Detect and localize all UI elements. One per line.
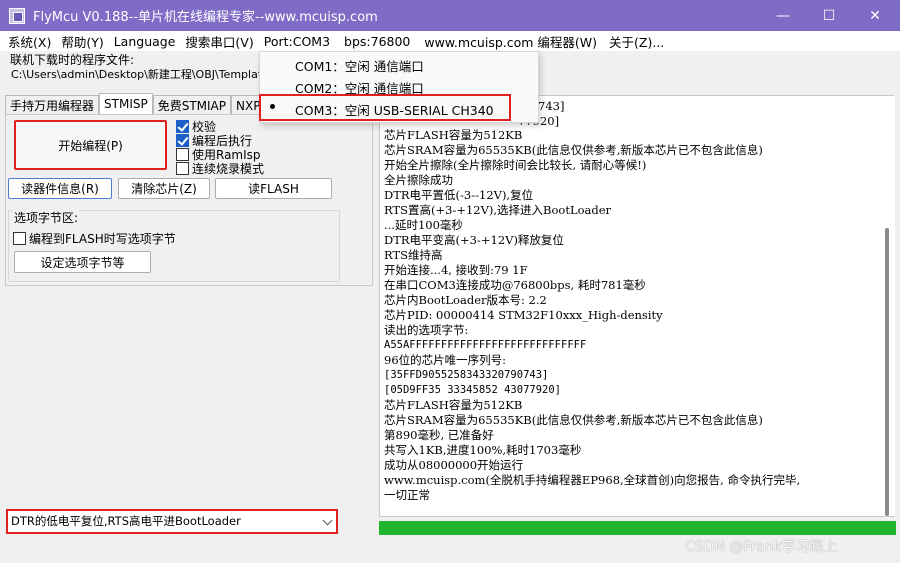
menu-search-port[interactable]: 搜索串口(V) <box>181 32 257 51</box>
log-line: [35FFD905525834332079074З] <box>384 369 549 381</box>
erase-chip-button[interactable]: 清除芯片(Z) <box>118 178 210 199</box>
app-icon <box>9 7 25 24</box>
reset-mode-value: DTR的低电平复位,RTS高电平进BootLoader <box>11 514 241 528</box>
log-line: 96位的芯片唯一序列号: <box>384 353 507 367</box>
menu-bps[interactable]: bps:76800 <box>340 34 414 49</box>
log-scroll-thumb[interactable] <box>885 228 889 516</box>
log-line: 第890毫秒, 已准备好 <box>384 428 494 442</box>
read-flash-button[interactable]: 读FLASH <box>215 178 332 199</box>
write-option-bytes-checkbox[interactable]: 编程到FLASH时写选项字节 <box>13 230 176 247</box>
menu-about[interactable]: 关于(Z)... <box>605 32 668 51</box>
log-line: 开始连接...4, 接收到:79 1F <box>384 263 528 277</box>
set-option-bytes-button[interactable]: 设定选项字节等 <box>14 251 151 273</box>
tab-stmisp[interactable]: STMISP <box>99 93 153 115</box>
tab-strip: 手持万用编程器 STMISP 免费STMIAP NXP IS <box>5 93 281 115</box>
log-line: 读出的选项字节: <box>384 323 469 337</box>
log-line: DTR电平置低(-3--12V),复位 <box>384 188 534 202</box>
menu-bar: 系统(X) 帮助(Y) Language 搜索串口(V) Port:COM3 b… <box>0 31 900 51</box>
window-title: FlyMcu V0.188--单片机在线编程专家--www.mcuisp.com <box>33 10 378 25</box>
menu-language[interactable]: Language <box>110 34 180 49</box>
log-line: [05D9FF35 33345852 43077920] <box>384 384 562 396</box>
log-line: 一切正常 <box>384 488 430 502</box>
checkbox-box <box>13 232 26 245</box>
minimize-button[interactable]: — <box>760 0 806 31</box>
log-line: 芯片SRAM容量为65535KB(此信息仅供参考,新版本芯片已不包含此信息) <box>384 143 763 157</box>
watermark: CSDN @Frank学习路上 <box>685 539 838 555</box>
progress-bar <box>379 521 896 535</box>
log-line: A55AFFFFFFFFFFFFFFFFFFFFFFFFFFFF <box>384 339 587 351</box>
log-line: 芯片SRAM容量为65535KB(此信息仅供参考,新版本芯片已不包含此信息) <box>384 413 763 427</box>
maximize-button[interactable]: ☐ <box>806 0 852 31</box>
log-line: 芯片内BootLoader版本号: 2.2 <box>384 293 547 307</box>
option-bytes-title: 选项字节区: <box>13 209 80 226</box>
log-line: 743] <box>538 99 565 113</box>
log-line: 成功从08000000开始运行 <box>384 458 524 472</box>
start-program-button[interactable]: 开始编程(P) <box>14 120 167 170</box>
log-line: 全片擦除成功 <box>384 173 453 187</box>
log-output[interactable]: 743] 77920] 芯片FLASH容量为512KB 芯片SRAM容量为655… <box>379 95 894 517</box>
log-line: ...延时100毫秒 <box>384 218 463 232</box>
log-line: 芯片PID: 00000414 STM32F10xxx_High-density <box>384 308 663 322</box>
checkbox-label: 连续烧录模式 <box>192 162 265 176</box>
log-line: RTS维持高 <box>384 248 443 262</box>
menu-help[interactable]: 帮助(Y) <box>57 32 107 51</box>
menu-programmer[interactable]: www.mcuisp.com 编程器(W) <box>420 32 601 51</box>
checkbox-box <box>176 162 189 175</box>
log-line: DTR电平变高(+3-+12V)释放复位 <box>384 233 564 247</box>
reset-mode-select[interactable]: DTR的低电平复位,RTS高电平进BootLoader <box>6 509 338 534</box>
tab-stmiap[interactable]: 免费STMIAP <box>152 95 232 115</box>
log-line: 共写入1KB,进度100%,耗时1703毫秒 <box>384 443 582 457</box>
log-line: 开始全片擦除(全片擦除时间会比较长, 请耐心等候!) <box>384 158 647 172</box>
port-option-com1[interactable]: COM1：空闲 通信端口 <box>295 56 424 75</box>
close-button[interactable]: ✕ <box>852 0 898 31</box>
tab-handheld[interactable]: 手持万用编程器 <box>5 95 100 115</box>
log-line: 芯片FLASH容量为512KB <box>384 398 523 412</box>
menu-system[interactable]: 系统(X) <box>4 32 55 51</box>
chevron-down-icon <box>322 515 333 526</box>
menu-port[interactable]: Port:COM3 <box>260 34 334 49</box>
log-line: www.mcuisp.com(全脱机手持编程器EP968,全球首创)向您报告, … <box>384 473 801 487</box>
progress-fill <box>379 521 896 535</box>
checkbox-label: 编程到FLASH时写选项字节 <box>29 232 176 246</box>
log-line: 芯片FLASH容量为512KB <box>384 128 523 142</box>
left-empty-area <box>5 288 373 503</box>
log-line: 在串口COM3连接成功@76800bps, 耗时781毫秒 <box>384 278 646 292</box>
read-device-info-button[interactable]: 读器件信息(R) <box>8 178 112 199</box>
log-line: RTS置高(+3-+12V),选择进入BootLoader <box>384 203 612 217</box>
selection-highlight-box <box>259 94 511 121</box>
continuous-burn-checkbox[interactable]: 连续烧录模式 <box>176 160 264 177</box>
file-path-field[interactable]: C:\Users\admin\Desktop\新建工程\OBJ\Template… <box>8 66 260 84</box>
